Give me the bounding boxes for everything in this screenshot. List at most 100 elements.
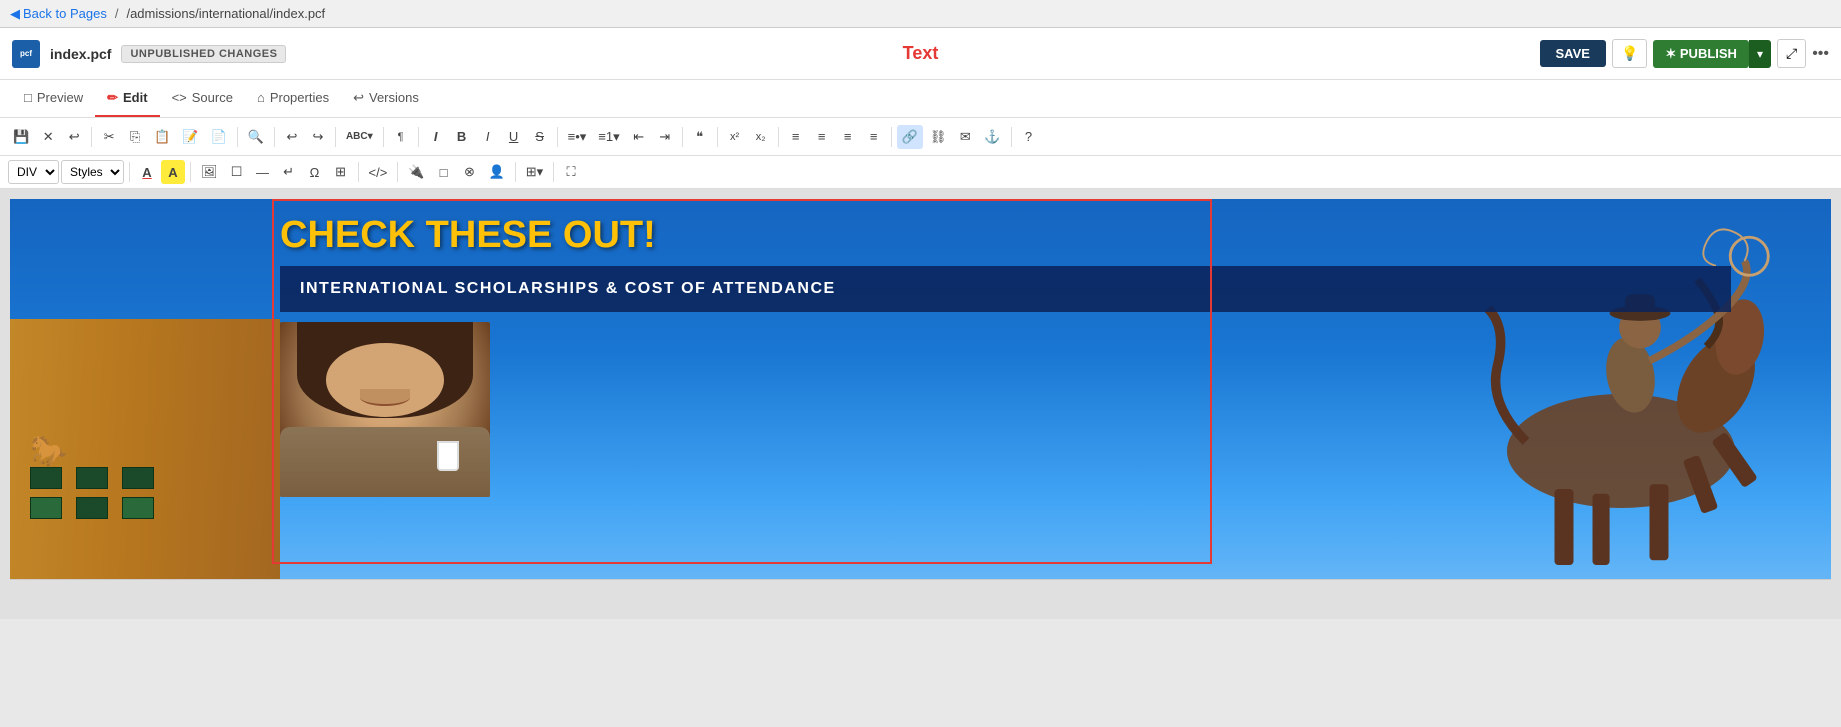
expand-button[interactable]: ⤢ bbox=[1777, 39, 1806, 68]
lightbulb-button[interactable]: 💡 bbox=[1612, 39, 1647, 68]
toolbar-paste-text-btn[interactable]: 📄 bbox=[206, 125, 232, 149]
toolbar-cut-btn[interactable]: ✂ bbox=[97, 125, 121, 149]
toolbar-align-center-btn[interactable]: ≡ bbox=[810, 125, 834, 149]
toolbar2-resize-btn[interactable]: ⊞ bbox=[329, 160, 353, 184]
toolbar-ordered-list-btn[interactable]: ≡1▾ bbox=[593, 125, 624, 149]
toolbar-align-right-btn[interactable]: ≡ bbox=[836, 125, 860, 149]
toolbar2-return-btn[interactable]: ↵ bbox=[277, 160, 301, 184]
save-button[interactable]: SAVE bbox=[1540, 40, 1606, 67]
toolbar-email-btn[interactable]: ✉ bbox=[953, 125, 977, 149]
scholarships-text: INTERNATIONAL SCHOLARSHIPS & COST OF ATT… bbox=[300, 280, 836, 297]
toolbar2-code-btn[interactable]: </> bbox=[364, 160, 393, 184]
student-smile bbox=[360, 389, 410, 407]
canvas-area: 🐎 bbox=[0, 189, 1841, 619]
toolbar-sep2 bbox=[237, 127, 238, 147]
bottom-bar bbox=[10, 579, 1831, 609]
toolbar-italic-btn[interactable]: I bbox=[476, 125, 500, 149]
toolbar-help-btn[interactable]: ? bbox=[1017, 125, 1041, 149]
file-icon-text: pcf bbox=[20, 49, 32, 58]
unpublished-badge: UNPUBLISHED CHANGES bbox=[121, 45, 286, 63]
tab-versions[interactable]: ↩ Versions bbox=[341, 80, 431, 117]
toolbar2-box-btn[interactable]: ☐ bbox=[225, 160, 249, 184]
styles-select[interactable]: Styles bbox=[61, 160, 124, 184]
toolbar2-personalize-btn[interactable]: 👤 bbox=[484, 160, 510, 184]
toolbar-outdent-btn[interactable]: ⇤ bbox=[627, 125, 651, 149]
toolbar-redo-btn[interactable]: ↪ bbox=[306, 125, 330, 149]
selected-content[interactable]: CHECK THESE OUT! INTERNATIONAL SCHOLARSH… bbox=[280, 209, 1731, 497]
window-cell bbox=[122, 497, 154, 519]
tb2-sep4 bbox=[397, 162, 398, 182]
toolbar-spellcheck-btn[interactable]: ABC▾ bbox=[341, 125, 378, 149]
header-left: pcf index.pcf UNPUBLISHED CHANGES bbox=[12, 40, 286, 68]
toolbar-strikethrough-btn[interactable]: S bbox=[528, 125, 552, 149]
toolbar2-fullscreen-btn[interactable]: ⛶ bbox=[559, 160, 583, 184]
header-bar: pcf index.pcf UNPUBLISHED CHANGES Text S… bbox=[0, 28, 1841, 80]
toolbar-sep11 bbox=[891, 127, 892, 147]
tab-properties[interactable]: ⌂ Properties bbox=[245, 80, 341, 117]
toolbar-superscript-btn[interactable]: x² bbox=[723, 125, 747, 149]
tab-source[interactable]: <> Source bbox=[160, 80, 245, 117]
toolbar-sep10 bbox=[778, 127, 779, 147]
toolbar-sep7 bbox=[557, 127, 558, 147]
toolbar-sep6 bbox=[418, 127, 419, 147]
toolbar-subscript-btn[interactable]: x₂ bbox=[749, 125, 773, 149]
toolbar-paste-word-btn[interactable]: 📝 bbox=[177, 125, 203, 149]
tb2-sep1 bbox=[129, 162, 130, 182]
toolbar2-special-char-btn[interactable]: Ω bbox=[303, 160, 327, 184]
toolbar-bold-btn[interactable]: B bbox=[450, 125, 474, 149]
toolbar-row2: DIV Styles A A 🖼 ☐ — ↵ Ω ⊞ </> 🔌 □ ⊗ 👤 ⊞… bbox=[0, 156, 1841, 189]
toolbar-find-btn[interactable]: 🔍 bbox=[243, 125, 269, 149]
toolbar2-table-btn[interactable]: ⊞▾ bbox=[521, 160, 548, 184]
toolbar2-image-btn[interactable]: 🖼 bbox=[196, 160, 223, 184]
toolbar-align-left-btn[interactable]: ≡ bbox=[784, 125, 808, 149]
toolbar-undo-history-btn[interactable]: ↩ bbox=[62, 125, 86, 149]
building-left: 🐎 bbox=[10, 199, 280, 579]
back-arrow-icon: ◀ bbox=[10, 6, 20, 22]
toolbar2-plugin-btn[interactable]: 🔌 bbox=[403, 160, 429, 184]
window-cell bbox=[30, 497, 62, 519]
toolbar-link-btn[interactable]: 🔗 bbox=[897, 125, 923, 149]
more-options-button[interactable]: ••• bbox=[1812, 45, 1829, 63]
toolbar-row1: 💾 ✕ ↩ ✂ ⎘ 📋 📝 📄 🔍 ↩ ↪ ABC▾ ¶ I B I U S ≡… bbox=[0, 118, 1841, 156]
toolbar-format-btn[interactable]: ¶ bbox=[389, 125, 413, 149]
toolbar-justify-btn[interactable]: ≡ bbox=[862, 125, 886, 149]
toolbar2-snippet-btn[interactable]: □ bbox=[432, 160, 456, 184]
toolbar-sep5 bbox=[383, 127, 384, 147]
toolbar-indent-btn[interactable]: ⇥ bbox=[653, 125, 677, 149]
top-navigation: ◀ Back to Pages / /admissions/internatio… bbox=[0, 0, 1841, 28]
publish-dropdown-button[interactable]: ▾ bbox=[1749, 40, 1771, 68]
tab-edit[interactable]: ✏ Edit bbox=[95, 80, 159, 117]
window-cell bbox=[76, 497, 108, 519]
toolbar2-hr-btn[interactable]: — bbox=[251, 160, 275, 184]
tab-edit-label: Edit bbox=[123, 90, 148, 105]
back-to-pages-link[interactable]: ◀ Back to Pages bbox=[10, 6, 107, 22]
element-type-select[interactable]: DIV bbox=[8, 160, 59, 184]
toolbar-blockquote-btn[interactable]: ❝ bbox=[688, 125, 712, 149]
page-content[interactable]: 🐎 bbox=[10, 199, 1831, 579]
toolbar-undo-btn[interactable]: ↩ bbox=[280, 125, 304, 149]
toolbar-save-btn[interactable]: 💾 bbox=[8, 125, 34, 149]
toolbar2-highlight-btn[interactable]: A bbox=[161, 160, 185, 184]
publish-button[interactable]: ✶ PUBLISH bbox=[1653, 40, 1749, 68]
toolbar-close-btn[interactable]: ✕ bbox=[36, 125, 60, 149]
toolbar-copy-btn[interactable]: ⎘ bbox=[123, 125, 147, 149]
toolbar2-media-btn[interactable]: ⊗ bbox=[458, 160, 482, 184]
tab-preview[interactable]: □ Preview bbox=[12, 80, 95, 117]
toolbar-sep9 bbox=[717, 127, 718, 147]
toolbar-bold-caps-btn[interactable]: I bbox=[424, 125, 448, 149]
breadcrumb-path: /admissions/international/index.pcf bbox=[126, 6, 325, 21]
window-cell bbox=[76, 467, 108, 489]
tb2-sep2 bbox=[190, 162, 191, 182]
toolbar-sep1 bbox=[91, 127, 92, 147]
toolbar-anchor-btn[interactable]: ⚓ bbox=[979, 125, 1005, 149]
toolbar-underline-btn[interactable]: U bbox=[502, 125, 526, 149]
check-heading[interactable]: CHECK THESE OUT! bbox=[280, 209, 1731, 262]
toolbar-paste-btn[interactable]: 📋 bbox=[149, 125, 175, 149]
toolbar-sep3 bbox=[274, 127, 275, 147]
toolbar-unordered-list-btn[interactable]: ≡•▾ bbox=[563, 125, 592, 149]
edit-icon: ✏ bbox=[107, 90, 118, 106]
toolbar2-font-color-btn[interactable]: A bbox=[135, 160, 159, 184]
student-body bbox=[280, 427, 490, 497]
toolbar-unlink-btn[interactable]: ⛓ bbox=[925, 125, 952, 149]
tab-bar: □ Preview ✏ Edit <> Source ⌂ Properties … bbox=[0, 80, 1841, 118]
